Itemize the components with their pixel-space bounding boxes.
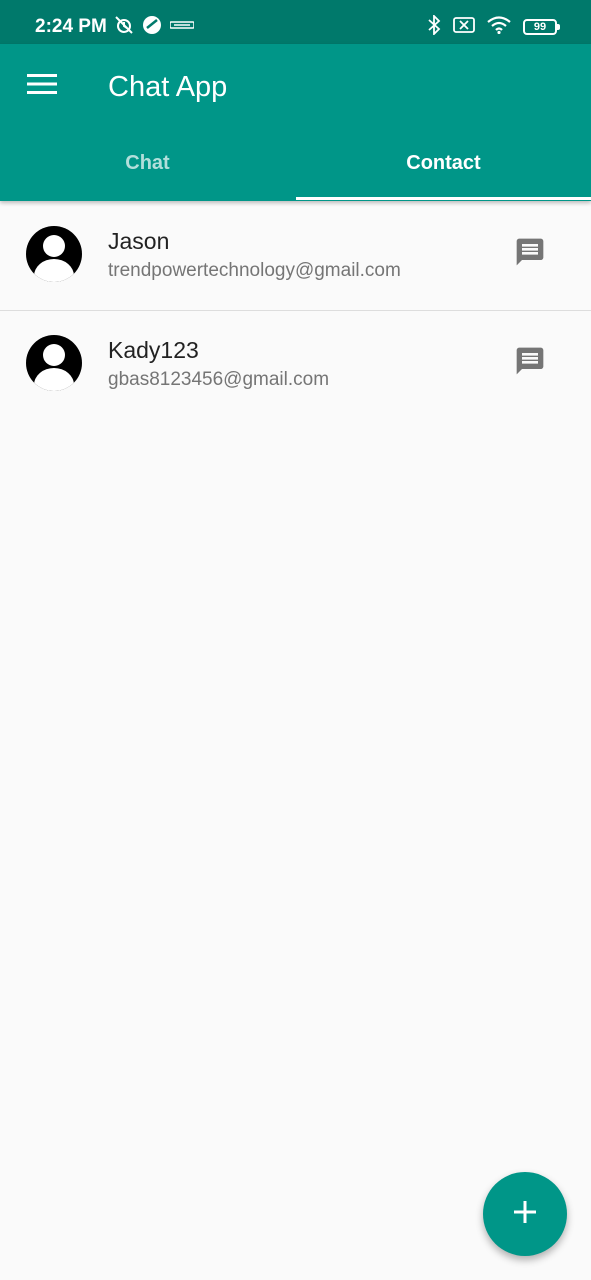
tab-indicator	[296, 197, 591, 200]
contact-row[interactable]: Jason trendpowertechnology@gmail.com	[0, 202, 591, 311]
message-icon	[514, 236, 546, 273]
avatar-head	[43, 344, 65, 366]
bluetooth-icon	[427, 13, 441, 40]
contact-row[interactable]: Kady123 gbas8123456@gmail.com	[0, 311, 591, 419]
brand-notification-icon	[169, 18, 195, 36]
menu-icon	[27, 73, 57, 100]
message-icon	[514, 345, 546, 382]
contact-email: trendpowertechnology@gmail.com	[108, 260, 401, 281]
battery-icon: 99	[523, 19, 560, 35]
avatar-head	[43, 235, 65, 257]
wifi-icon	[487, 15, 511, 39]
contact-name: Kady123	[108, 337, 199, 363]
status-right-icons: 99	[427, 13, 560, 40]
contact-name: Jason	[108, 228, 170, 254]
avatar	[26, 335, 82, 391]
tab-contact[interactable]: Contact	[296, 142, 591, 198]
menu-button[interactable]	[20, 64, 64, 108]
add-contact-button[interactable]	[483, 1172, 567, 1256]
no-sim-icon	[453, 16, 475, 39]
status-left-icons	[114, 15, 195, 40]
status-time: 2:24 PM	[35, 16, 107, 37]
app-notification-icon	[142, 15, 162, 40]
contact-email: gbas8123456@gmail.com	[108, 369, 330, 390]
alarm-off-icon	[114, 15, 134, 40]
app-title: Chat App	[108, 71, 228, 103]
avatar-body	[34, 368, 74, 391]
app-bar: Chat App Chat Contact	[0, 44, 591, 201]
tab-chat[interactable]: Chat	[0, 142, 295, 198]
message-button[interactable]	[508, 232, 552, 276]
message-button[interactable]	[508, 341, 552, 385]
status-bar: 2:24 PM 99	[0, 0, 591, 44]
avatar	[26, 226, 82, 282]
add-icon	[512, 1199, 538, 1230]
avatar-body	[34, 259, 74, 282]
